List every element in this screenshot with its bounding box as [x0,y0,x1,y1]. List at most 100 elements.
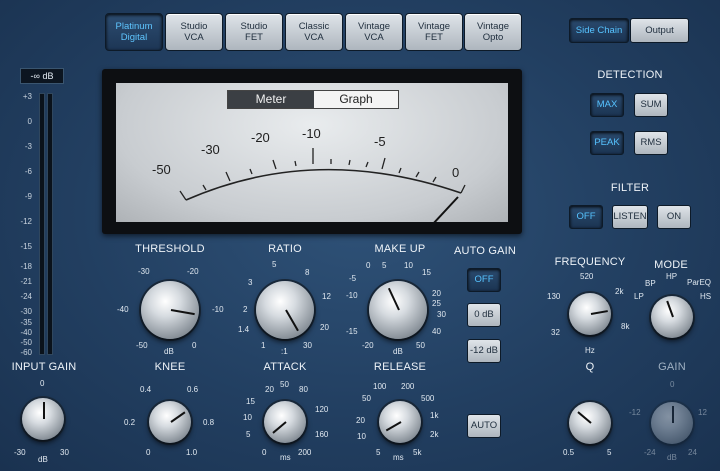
meter-scale-label: -9 [24,192,32,201]
model-studio-vca[interactable]: Studio VCA [165,13,223,51]
knob-tick-label: -15 [346,327,358,336]
meter-scale-label: -18 [20,262,32,271]
knee-knob[interactable] [149,401,191,443]
auto-button[interactable]: AUTO [467,414,501,438]
knob-tick-label: 32 [551,328,560,337]
makeup-label: MAKE UP [374,243,426,255]
knob-tick-label: BP [645,279,656,288]
knob-tick-label: dB [164,347,174,356]
attack-label: ATTACK [263,361,307,373]
knob-tick-label: 0.4 [140,385,152,394]
release-label: RELEASE [373,361,427,373]
side-chain-button[interactable]: Side Chain [569,18,629,43]
model-vintage-fet[interactable]: Vintage FET [405,13,463,51]
model-label-line1: Vintage [476,21,510,32]
makeup-knob[interactable] [369,281,427,339]
sum-button[interactable]: SUM [634,93,668,117]
model-vintage-vca[interactable]: Vintage VCA [345,13,403,51]
filter-on-button[interactable]: ON [657,205,691,229]
attack-knob[interactable] [264,401,306,443]
knob-tick-label: :1 [281,347,288,356]
knob-tick-label: 0.8 [203,418,215,427]
model-label-line2: VCA [364,32,384,43]
filter-listen-button[interactable]: LISTEN [612,205,648,229]
model-label-line2: FET [425,32,443,43]
knob-tick-label: 0.2 [124,418,136,427]
knob-tick-label: -30 [138,267,150,276]
input-gain-label: INPUT GAIN [11,361,77,373]
knob-tick-label: 0 [262,448,267,457]
knob-tick-label: 8 [305,268,310,277]
auto-gain-off-button[interactable]: OFF [467,268,501,292]
output-button[interactable]: Output [630,18,689,43]
knob-tick-label: 130 [547,292,561,301]
knob-tick-label: 10 [243,413,252,422]
knob-tick-label: 50 [280,380,289,389]
vu-meter-face: Meter Graph -50 -30 -20 -10 -5 0 [116,83,508,222]
meter-scale-label: 0 [27,117,32,126]
vu-needle [433,196,459,222]
gain-knob[interactable] [651,402,693,444]
knob-tick-label: 520 [580,272,594,281]
knob-tick-label: 25 [432,299,441,308]
knob-tick-label: 1.4 [238,325,250,334]
frequency-knob[interactable] [569,293,611,335]
threshold-knob[interactable] [141,281,199,339]
knob-tick-label: 15 [246,397,255,406]
knob-tick-label: ms [280,453,291,462]
knob-tick-label: 120 [315,405,329,414]
knob-tick-label: 20 [432,289,441,298]
model-studio-fet[interactable]: Studio FET [225,13,283,51]
knob-tick-label: 2k [430,430,439,439]
knob-tick-label: dB [667,453,677,462]
rms-button[interactable]: RMS [634,131,668,155]
knob-tick-label: -5 [349,274,357,283]
vu-scale-label: -50 [152,162,171,177]
knob-tick-label: 50 [416,341,425,350]
meter-scale-label: -12 [20,217,32,226]
knob-tick-label: 30 [60,448,69,457]
input-gain-knob[interactable] [22,398,64,440]
model-label-line1: Classic [298,21,330,32]
model-label-line1: Studio [240,21,268,32]
knob-tick-label: 40 [432,327,441,336]
knob-tick-label: 80 [299,385,308,394]
model-label-line1: Vintage [417,21,451,32]
meter-scale-label: -21 [20,277,32,286]
meter-display-frame: Meter Graph -50 -30 -20 -10 -5 0 [102,69,522,234]
knob-tick-label: -10 [346,291,358,300]
vu-scale-label: 0 [452,165,460,180]
knob-tick-label: 20 [265,385,274,394]
knob-tick-label: 30 [303,341,312,350]
q-label: Q [585,361,595,373]
meter-scale-label: -3 [24,142,32,151]
auto-gain-0db-button[interactable]: 0 dB [467,303,501,327]
knob-tick-label: 200 [401,382,415,391]
knob-tick-label: 15 [422,268,431,277]
filter-off-button[interactable]: OFF [569,205,603,229]
release-knob[interactable] [379,401,421,443]
q-knob[interactable] [569,402,611,444]
peak-button[interactable]: PEAK [590,131,624,155]
knob-tick-label: 0 [192,341,197,350]
knob-tick-label: -50 [136,341,148,350]
max-button[interactable]: MAX [590,93,624,117]
meter-scale-label: -15 [20,242,32,251]
model-classic-vca[interactable]: Classic VCA [285,13,343,51]
model-platinum-digital[interactable]: Platinum Digital [105,13,163,51]
model-label-line2: VCA [184,32,204,43]
model-vintage-opto[interactable]: Vintage Opto [464,13,522,51]
knob-tick-label: 10 [357,432,366,441]
auto-gain-minus12-button[interactable]: -12 dB [467,339,501,363]
knob-tick-label: 5 [246,430,251,439]
knob-tick-label: Hz [585,346,595,355]
knob-tick-label: 12 [322,292,331,301]
meter-scale-label: -35 [20,318,32,327]
knob-tick-label: -12 [629,408,641,417]
model-label-line1: Studio [180,21,208,32]
mode-knob[interactable] [651,296,693,338]
filter-label: FILTER [610,182,650,194]
knob-tick-label: 0.6 [187,385,199,394]
knob-tick-label: -10 [212,305,224,314]
ratio-knob[interactable] [256,281,314,339]
